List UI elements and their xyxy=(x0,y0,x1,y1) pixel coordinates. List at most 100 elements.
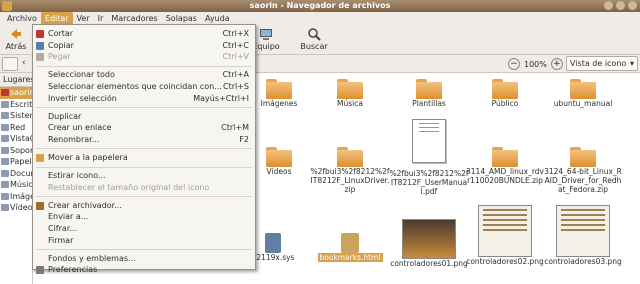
sidebar-item-documentos[interactable]: Docum xyxy=(0,168,32,180)
menu-item-copiar[interactable]: Copiar Ctrl+C xyxy=(33,40,255,52)
archive-icon xyxy=(36,201,44,210)
menu-item-cortar[interactable]: Cortar Ctrl+X xyxy=(33,28,255,40)
file-label: controladores03.png xyxy=(544,257,622,266)
menu-item-estirar-icono[interactable]: Estirar icono... xyxy=(33,170,255,182)
menu-item-seleccionar-elementos-que-coincidan-con[interactable]: Seleccionar elementos que coincidan con.… xyxy=(33,81,255,93)
menu-separator xyxy=(36,196,252,198)
file-item[interactable]: ubuntu_manual xyxy=(543,79,623,108)
file-label: Público xyxy=(491,99,519,108)
sidebar-header[interactable]: Lugares xyxy=(0,73,35,87)
sidebar-item-sistema[interactable]: Sistem xyxy=(0,110,32,122)
menu-item-label: Enviar a... xyxy=(48,212,89,222)
toggle-location-button[interactable] xyxy=(2,57,18,71)
file-item[interactable]: Público xyxy=(465,79,545,108)
zoom-in-icon[interactable]: + xyxy=(550,58,563,70)
menu-separator xyxy=(36,107,252,109)
menu-item-invertir-seleccion[interactable]: Invertir selección Mayús+Ctrl+I xyxy=(33,93,255,105)
menu-item-accelerator: Ctrl+M xyxy=(221,123,249,133)
menu-item-label: Renombrar... xyxy=(48,134,100,144)
pdf-icon xyxy=(412,119,446,163)
menu-item-label: Crear archivador... xyxy=(48,200,122,210)
sidebar-item-soporte[interactable]: Soporte xyxy=(0,145,32,157)
folder-icon xyxy=(1,181,9,189)
image-thumbnail-icon xyxy=(402,219,456,259)
file-label: 3114_AMD_linux_rdvr110020BUNDLE.zip xyxy=(466,167,544,185)
sidebar-item-saorin[interactable]: saorin xyxy=(0,87,32,99)
sidebar-item-label: Sistem xyxy=(10,111,32,120)
file-label: ubuntu_manual xyxy=(553,99,613,108)
image-thumbnail-icon xyxy=(556,205,610,257)
file-item[interactable]: %2fbui3%2f8212%2fIT8212F_LinuxDriver.zip xyxy=(310,147,390,194)
html-file-icon xyxy=(341,233,359,253)
maximize-button[interactable] xyxy=(616,1,625,10)
menu-item-label: Cifrar... xyxy=(48,223,77,233)
menu-item-restablecer-el-tamano-original-del-icono: Restablecer el tamaño original del icono xyxy=(33,182,255,194)
sidebar-item-label: Escrito xyxy=(10,99,32,109)
file-label: Plantillas xyxy=(412,99,446,108)
file-item[interactable]: %2fbui3%2f8212%2fIT8212F_UserManual.pdf xyxy=(389,119,469,196)
paste-icon xyxy=(36,53,44,62)
drive-icon xyxy=(1,112,9,120)
menu-item-fondos-y-emblemas[interactable]: Fondos y emblemas... xyxy=(33,253,255,265)
menu-item-accelerator: F2 xyxy=(239,134,249,144)
sidebar-item-label: saorin xyxy=(10,88,32,97)
sidebar-item-label: VistaO xyxy=(10,134,32,143)
menu-separator xyxy=(36,65,252,67)
zoom-level: 100% xyxy=(524,59,547,69)
copy-icon xyxy=(36,41,44,50)
file-label: Música xyxy=(337,99,363,108)
previous-path-arrow-icon[interactable]: ‹ xyxy=(22,58,26,68)
menu-item-seleccionar-todo[interactable]: Seleccionar todo Ctrl+A xyxy=(33,69,255,81)
sidebar-item-label: Docum xyxy=(10,168,32,178)
menu-item-label: Firmar xyxy=(48,235,74,245)
file-item[interactable]: 3124_64-bit_Linux_RAID_Driver_for_Redhat… xyxy=(543,147,623,194)
menu-item-crear-un-enlace[interactable]: Crear un enlace Ctrl+M xyxy=(33,122,255,134)
file-item[interactable]: Plantillas xyxy=(389,79,469,108)
menu-item-preferencias[interactable]: Preferencias xyxy=(33,264,255,276)
search-button[interactable]: Buscar xyxy=(296,27,332,51)
window-title: saorin - Navegador de archivos xyxy=(249,1,391,10)
sidebar-item-papelera[interactable]: Papele xyxy=(0,156,32,168)
file-item[interactable]: controladores02.png xyxy=(465,205,545,266)
sidebar-item-vistao[interactable]: VistaO xyxy=(0,133,32,145)
folder-icon xyxy=(492,79,518,99)
menu-item-firmar[interactable]: Firmar xyxy=(33,235,255,247)
sidebar-item-videos[interactable]: Vídeos xyxy=(0,202,32,214)
menu-item-label: Cortar xyxy=(48,29,74,38)
file-item[interactable]: controladores01.png xyxy=(389,219,469,268)
menu-item-crear-archivador[interactable]: Crear archivador... xyxy=(33,200,255,212)
menu-item-renombrar[interactable]: Renombrar... F2 xyxy=(33,134,255,146)
titlebar[interactable]: saorin - Navegador de archivos xyxy=(0,0,640,12)
zoom-out-icon[interactable]: − xyxy=(508,58,520,70)
back-button[interactable]: Atrás xyxy=(0,27,34,51)
view-mode-select[interactable]: Vista de icono xyxy=(566,56,638,71)
window-controls xyxy=(604,1,637,10)
menu-item-accelerator: Ctrl+S xyxy=(222,81,249,91)
folder-icon xyxy=(1,192,9,200)
folder-icon xyxy=(1,169,9,177)
sidebar-item-label: Imáge xyxy=(10,191,32,201)
sidebar-item-imagenes[interactable]: Imáge xyxy=(0,191,32,203)
menu-item-enviar-a[interactable]: Enviar a... xyxy=(33,211,255,223)
sidebar-item-escritorio[interactable]: Escrito xyxy=(0,99,32,111)
menu-item-duplicar[interactable]: Duplicar xyxy=(33,111,255,123)
menu-item-cifrar[interactable]: Cifrar... xyxy=(33,223,255,235)
desktop-icon xyxy=(1,100,9,108)
file-label: bookmarks.html xyxy=(317,253,383,262)
menu-item-label: Duplicar xyxy=(48,111,82,121)
file-item-selected[interactable]: bookmarks.html xyxy=(310,233,390,262)
trash-icon xyxy=(1,158,9,166)
file-item[interactable]: controladores03.png xyxy=(543,205,623,266)
minimize-button[interactable] xyxy=(604,1,613,10)
file-item[interactable]: Música xyxy=(310,79,390,108)
menu-item-mover-a-la-papelera[interactable]: Mover a la papelera xyxy=(33,152,255,164)
menu-separator xyxy=(36,249,252,251)
sidebar-item-musica[interactable]: Música xyxy=(0,179,32,191)
file-manager-window: saorin - Navegador de archivos Archivo E… xyxy=(0,0,640,284)
menu-item-label: Pegar xyxy=(48,52,71,62)
close-button[interactable] xyxy=(628,1,637,10)
file-item[interactable]: 3114_AMD_linux_rdvr110020BUNDLE.zip xyxy=(465,147,545,185)
home-icon xyxy=(1,89,9,97)
menu-separator xyxy=(36,148,252,150)
sidebar-item-red[interactable]: Red xyxy=(0,122,32,134)
